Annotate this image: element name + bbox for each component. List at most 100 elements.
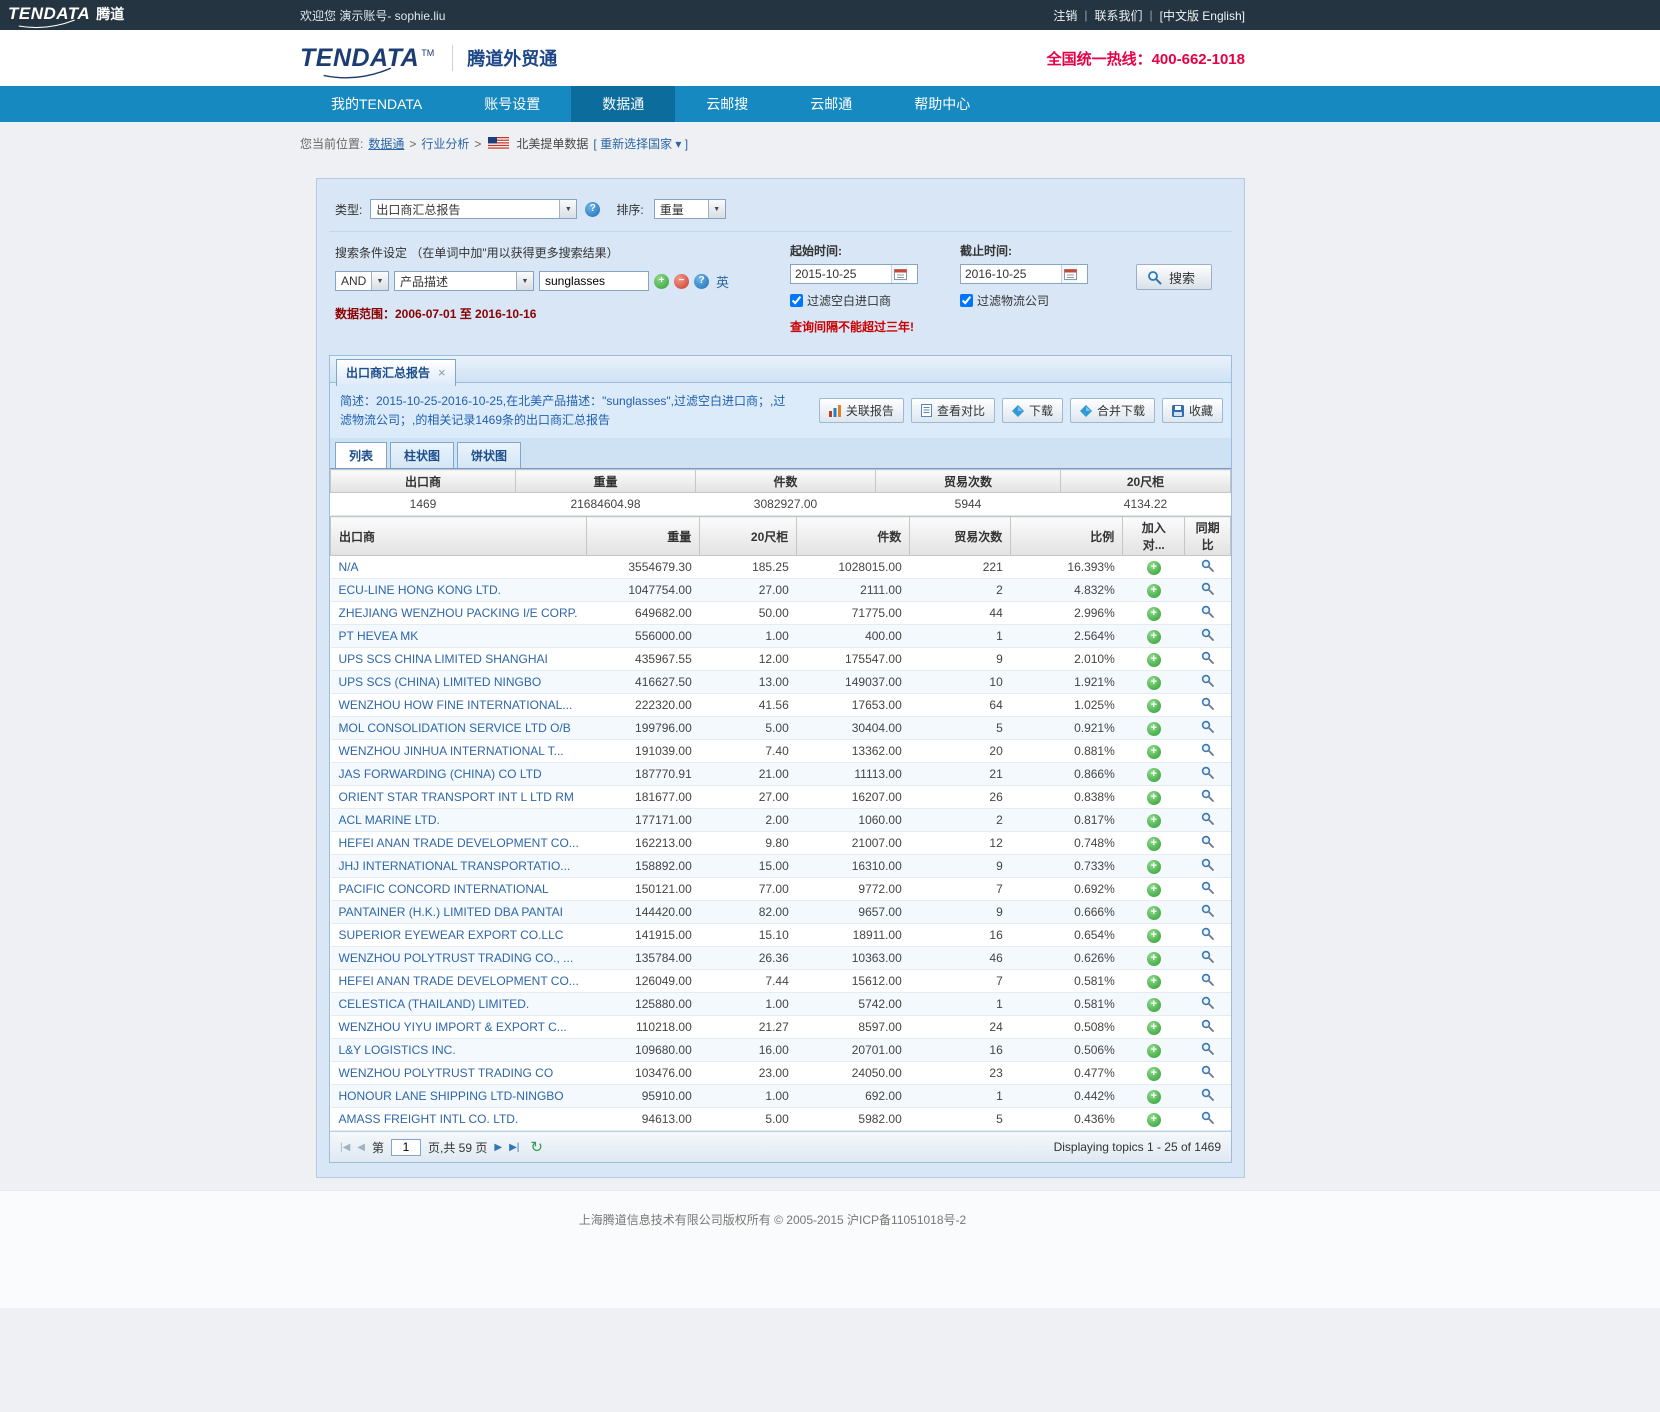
calendar-icon[interactable] [891,265,908,283]
exporter-name-link[interactable]: ACL MARINE LTD. [339,813,440,827]
exporter-name-link[interactable]: JHJ INTERNATIONAL TRANSPORTATIO... [339,859,571,873]
add-to-compare-icon[interactable]: + [1147,952,1161,966]
yoy-compare-icon[interactable] [1201,1042,1214,1055]
add-to-compare-icon[interactable]: + [1147,607,1161,621]
add-to-compare-icon[interactable]: + [1147,699,1161,713]
add-to-compare-icon[interactable]: + [1147,768,1161,782]
exporter-name-link[interactable]: ZHEJIANG WENZHOU PACKING I/E CORP. [339,606,578,620]
add-to-compare-icon[interactable]: + [1147,860,1161,874]
yoy-compare-icon[interactable] [1201,1088,1214,1101]
add-to-compare-icon[interactable]: + [1147,561,1161,575]
reselect-country-link[interactable]: [ 重新选择国家 ▾ ] [593,135,688,152]
view-compare-button[interactable]: 查看对比 [911,398,995,423]
add-to-compare-icon[interactable]: + [1147,1021,1161,1035]
yoy-compare-icon[interactable] [1201,651,1214,664]
add-to-compare-icon[interactable]: + [1147,998,1161,1012]
filter-blank-importer-checkbox[interactable]: 过滤空白进口商 [790,292,918,309]
yoy-compare-icon[interactable] [1201,720,1214,733]
exporter-name-link[interactable]: ORIENT STAR TRANSPORT INT L LTD RM [339,790,574,804]
exporter-name-link[interactable]: WENZHOU JINHUA INTERNATIONAL T... [339,744,564,758]
search-field-select[interactable]: 产品描述 ▼ [394,271,534,291]
add-to-compare-icon[interactable]: + [1147,653,1161,667]
yoy-compare-icon[interactable] [1201,950,1214,963]
language-switch-link[interactable]: [中文版 English] [1160,7,1245,24]
contact-us-link[interactable]: 联系我们 [1094,7,1142,24]
exporter-name-link[interactable]: WENZHOU HOW FINE INTERNATIONAL... [339,698,573,712]
remove-condition-icon[interactable]: − [674,274,689,289]
add-to-compare-icon[interactable]: + [1147,676,1161,690]
add-condition-icon[interactable]: + [654,274,669,289]
exporter-name-link[interactable]: UPS SCS CHINA LIMITED SHANGHAI [339,652,548,666]
yoy-compare-icon[interactable] [1201,996,1214,1009]
exporter-name-link[interactable]: HONOUR LANE SHIPPING LTD-NINGBO [339,1089,564,1103]
add-to-compare-icon[interactable]: + [1147,906,1161,920]
add-to-compare-icon[interactable]: + [1147,745,1161,759]
tab-pie-chart-view[interactable]: 饼状图 [457,442,521,468]
yoy-compare-icon[interactable] [1201,789,1214,802]
exporter-name-link[interactable]: MOL CONSOLIDATION SERVICE LTD O/B [339,721,571,735]
yoy-compare-icon[interactable] [1201,697,1214,710]
yoy-compare-icon[interactable] [1201,674,1214,687]
english-toggle-link[interactable]: 英 [716,272,729,291]
last-page-button[interactable]: ▶| [509,1142,519,1153]
nav-item-account-settings[interactable]: 账号设置 [453,86,571,122]
start-date-input[interactable] [791,267,891,281]
add-to-compare-icon[interactable]: + [1147,883,1161,897]
favorite-button[interactable]: 收藏 [1162,398,1223,423]
add-to-compare-icon[interactable]: + [1147,1067,1161,1081]
add-to-compare-icon[interactable]: + [1147,791,1161,805]
add-to-compare-icon[interactable]: + [1147,1044,1161,1058]
breadcrumb-link-industry-analysis[interactable]: 行业分析 [421,135,469,152]
exporter-name-link[interactable]: CELESTICA (THAILAND) LIMITED. [339,997,530,1011]
next-page-button[interactable]: ▶ [494,1142,502,1153]
download-button[interactable]: 下载 [1002,398,1063,423]
condition-help-icon[interactable]: ? [694,274,709,289]
sort-select[interactable]: 重量 ▼ [654,199,726,219]
yoy-compare-icon[interactable] [1201,1111,1214,1124]
yoy-compare-icon[interactable] [1201,973,1214,986]
exporter-name-link[interactable]: SUPERIOR EYEWEAR EXPORT CO.LLC [339,928,564,942]
exporter-name-link[interactable]: PT HEVEA MK [339,629,419,643]
calendar-icon[interactable] [1061,265,1078,283]
nav-item-my-tendata[interactable]: 我的TENDATA [300,86,453,122]
add-to-compare-icon[interactable]: + [1147,814,1161,828]
yoy-compare-icon[interactable] [1201,927,1214,940]
exporter-name-link[interactable]: HEFEI ANAN TRADE DEVELOPMENT CO... [339,974,579,988]
checkbox-input[interactable] [790,294,803,307]
nav-item-datatong[interactable]: 数据通 [571,86,675,122]
add-to-compare-icon[interactable]: + [1147,584,1161,598]
tab-list-view[interactable]: 列表 [335,442,387,468]
add-to-compare-icon[interactable]: + [1147,929,1161,943]
exporter-name-link[interactable]: WENZHOU YIYU IMPORT & EXPORT C... [339,1020,567,1034]
exporter-name-link[interactable]: ECU-LINE HONG KONG LTD. [339,583,501,597]
nav-item-cloud-mail-search[interactable]: 云邮搜 [675,86,779,122]
exporter-name-link[interactable]: PANTAINER (H.K.) LIMITED DBA PANTAI [339,905,563,919]
page-input[interactable] [391,1139,421,1156]
yoy-compare-icon[interactable] [1201,743,1214,756]
add-to-compare-icon[interactable]: + [1147,630,1161,644]
exporter-name-link[interactable]: HEFEI ANAN TRADE DEVELOPMENT CO... [339,836,579,850]
yoy-compare-icon[interactable] [1201,881,1214,894]
exporter-name-link[interactable]: AMASS FREIGHT INTL CO. LTD. [339,1112,519,1126]
prev-page-button[interactable]: ◀ [357,1142,365,1153]
exporter-name-link[interactable]: N/A [339,560,359,574]
nav-item-help-center[interactable]: 帮助中心 [883,86,1001,122]
related-report-button[interactable]: 关联报告 [819,398,904,423]
tab-bar-chart-view[interactable]: 柱状图 [390,442,454,468]
add-to-compare-icon[interactable]: + [1147,722,1161,736]
yoy-compare-icon[interactable] [1201,858,1214,871]
type-help-icon[interactable]: ? [585,202,600,217]
yoy-compare-icon[interactable] [1201,904,1214,917]
merge-download-button[interactable]: 合并下载 [1070,398,1155,423]
exporter-name-link[interactable]: WENZHOU POLYTRUST TRADING CO [339,1066,554,1080]
add-to-compare-icon[interactable]: + [1147,975,1161,989]
exporter-name-link[interactable]: WENZHOU POLYTRUST TRADING CO., ... [339,951,574,965]
breadcrumb-link-datatong[interactable]: 数据通 [368,135,404,152]
yoy-compare-icon[interactable] [1201,582,1214,595]
yoy-compare-icon[interactable] [1201,766,1214,779]
yoy-compare-icon[interactable] [1201,605,1214,618]
yoy-compare-icon[interactable] [1201,1019,1214,1032]
add-to-compare-icon[interactable]: + [1147,1090,1161,1104]
logout-link[interactable]: 注销 [1053,7,1077,24]
keyword-input[interactable] [539,271,649,291]
